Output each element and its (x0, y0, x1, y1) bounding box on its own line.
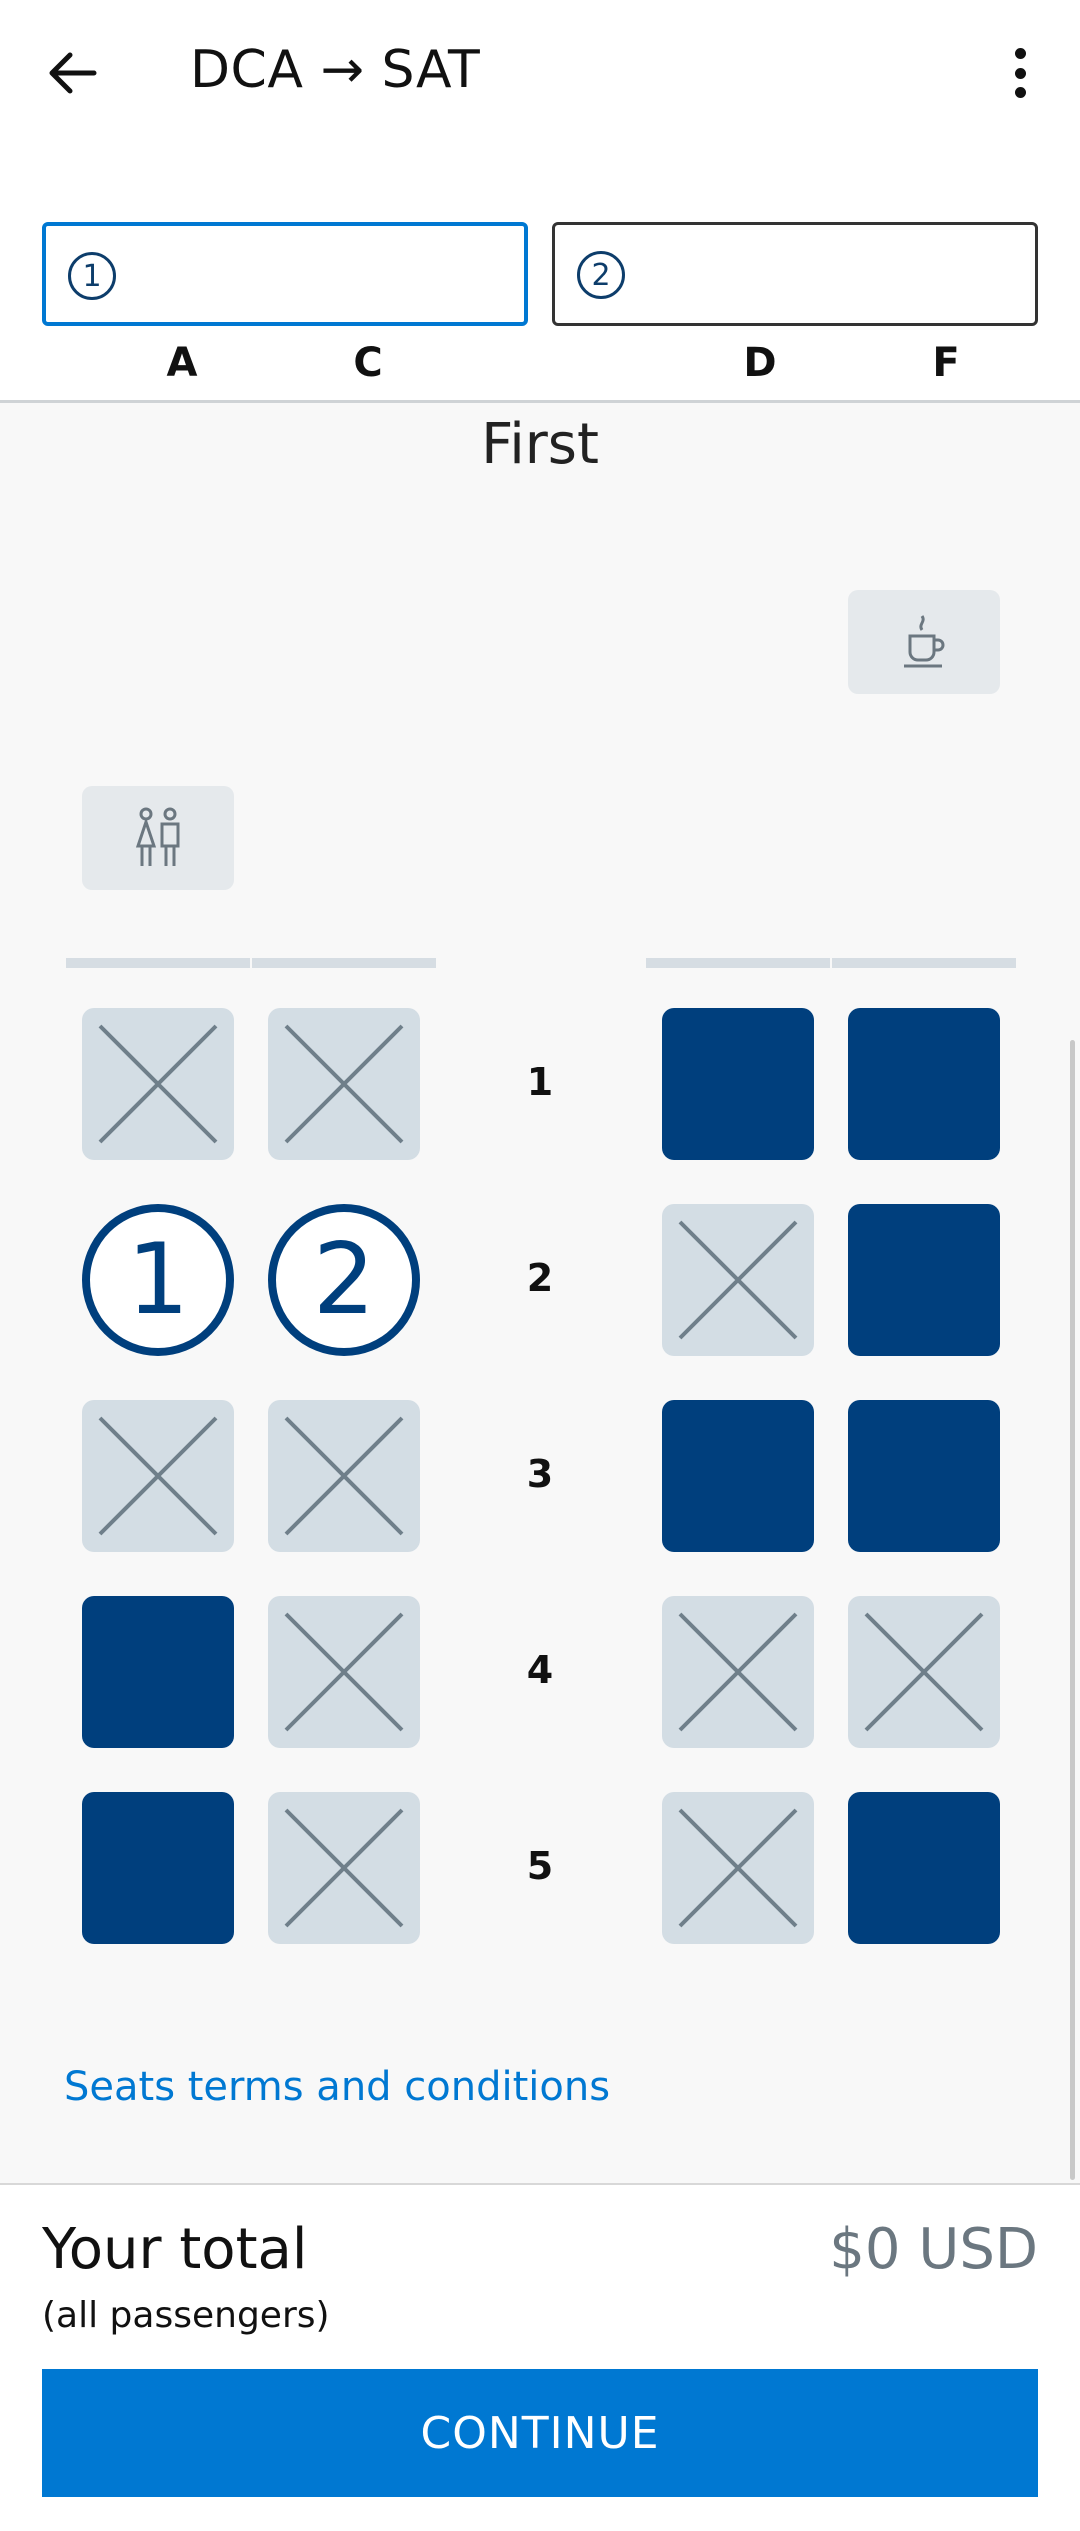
total-sublabel: (all passengers) (42, 2295, 330, 2336)
x-icon (864, 1612, 984, 1732)
seat-available[interactable] (848, 1400, 1000, 1552)
galley-marker (848, 590, 1000, 694)
x-icon (678, 1612, 798, 1732)
passenger-number-badge: 2 (577, 251, 625, 299)
x-icon (284, 1416, 404, 1536)
seat-unavailable (848, 1596, 1000, 1748)
row-number: 4 (526, 1648, 554, 1692)
seat-unavailable (268, 1792, 420, 1944)
page-title: DCA → SAT (190, 40, 481, 100)
scrollbar[interactable] (1070, 1040, 1075, 2180)
x-icon (678, 1220, 798, 1340)
x-icon (98, 1024, 218, 1144)
row-number: 3 (526, 1452, 554, 1496)
more-vertical-icon (1014, 48, 1026, 59)
x-icon (284, 1024, 404, 1144)
row-number: 5 (526, 1844, 554, 1888)
total-footer: Your total (all passengers) $0 USD CONTI… (0, 2183, 1080, 2531)
column-header-a: A (166, 340, 198, 386)
bulkhead-rail (832, 958, 1016, 968)
seat-available[interactable] (662, 1400, 814, 1552)
cabin-label: First (481, 412, 599, 477)
seat-available[interactable] (82, 1596, 234, 1748)
continue-button[interactable]: CONTINUE (42, 2369, 1038, 2497)
seat-available[interactable] (848, 1008, 1000, 1160)
seat-available[interactable] (848, 1204, 1000, 1356)
seat-available[interactable] (848, 1792, 1000, 1944)
row-number: 2 (526, 1256, 554, 1300)
passenger-tab-2[interactable]: 2 (552, 222, 1038, 326)
seat-unavailable (268, 1008, 420, 1160)
seat-unavailable (268, 1596, 420, 1748)
bulkhead-rail (66, 958, 250, 968)
seats-terms-link[interactable]: Seats terms and conditions (64, 2064, 610, 2110)
seat-selected-passenger-2[interactable]: 2 (268, 1204, 420, 1356)
column-header-c: C (353, 340, 383, 386)
more-options-button[interactable] (990, 40, 1050, 106)
seat-passenger-number: 1 (126, 1223, 190, 1337)
seat-available[interactable] (82, 1792, 234, 1944)
x-icon (284, 1612, 404, 1732)
column-header-d: D (743, 340, 777, 386)
seat-unavailable (662, 1792, 814, 1944)
row-number: 1 (526, 1060, 554, 1104)
bulkhead-rail (252, 958, 436, 968)
lavatory-marker (82, 786, 234, 890)
top-app-bar: DCA → SAT (0, 0, 1080, 150)
x-icon (98, 1416, 218, 1536)
passenger-number-badge: 1 (68, 252, 116, 300)
seat-unavailable (662, 1204, 814, 1356)
restroom-icon (135, 807, 180, 866)
x-icon (678, 1808, 798, 1928)
arrow-left-icon (49, 52, 97, 94)
back-button[interactable] (38, 38, 108, 108)
total-label: Your total (42, 2217, 308, 2282)
seat-available[interactable] (662, 1008, 814, 1160)
header-divider (0, 400, 1080, 403)
seat-unavailable (82, 1008, 234, 1160)
seat-unavailable (662, 1596, 814, 1748)
x-icon (284, 1808, 404, 1928)
coffee-cup-icon (904, 615, 945, 668)
seat-unavailable (82, 1400, 234, 1552)
passenger-tab-1[interactable]: 1 (42, 222, 528, 326)
total-price: $0 USD (829, 2217, 1038, 2282)
seat-selected-passenger-1[interactable]: 1 (82, 1204, 234, 1356)
seat-passenger-number: 2 (312, 1223, 376, 1337)
seat-unavailable (268, 1400, 420, 1552)
menu-dot (1014, 87, 1026, 98)
menu-dot (1014, 67, 1026, 79)
column-header-f: F (932, 340, 960, 386)
bulkhead-rail (646, 958, 830, 968)
